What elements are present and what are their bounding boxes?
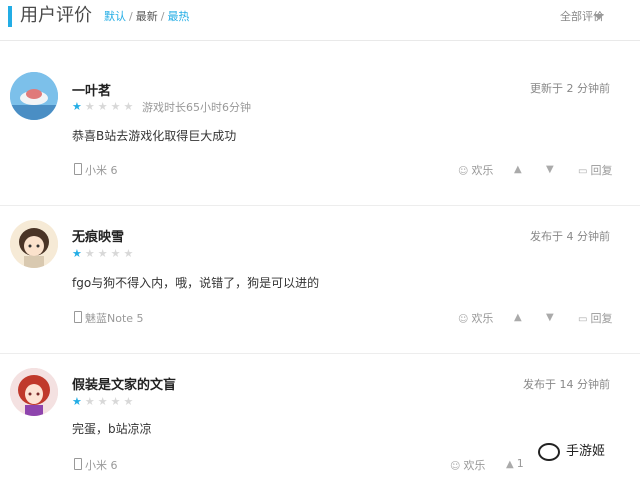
phone-icon [74,163,82,175]
avatar[interactable] [10,72,58,120]
username[interactable]: 一叶茗 [72,80,111,99]
thumb-down-icon: ▼ [546,164,554,175]
phone-icon [74,311,82,323]
review-time: 发布于 4 分钟前 [530,230,610,243]
reply-button[interactable]: ▭ 回复 [578,310,612,326]
like-button[interactable]: ▲ 1 [506,457,524,470]
sort-default[interactable]: 默认 [104,10,126,23]
star-rating: ★★★★★ [72,395,137,408]
like-button[interactable]: ▲ [514,162,525,175]
review-card: 一叶茗 ★★★★★ 游戏时长65小时6分钟 更新于 2 分钟前 恭喜B站去游戏化… [0,58,640,204]
fun-button[interactable]: ☺ 欢乐 [450,457,485,473]
page-title: 用户评价 [20,5,92,26]
device: 魅蓝Note 5 [74,310,144,326]
smile-icon: ☺ [450,461,461,472]
smile-icon: ☺ [458,166,469,177]
device: 小米 6 [74,457,118,473]
fun-button[interactable]: ☺ 欢乐 [458,310,493,326]
star-rating: ★★★★★ [72,247,137,260]
avatar[interactable] [10,368,58,416]
like-button[interactable]: ▲ [514,310,525,323]
smile-icon: ☺ [458,314,469,325]
thumb-up-icon: ▲ [514,164,522,175]
sort-latest[interactable]: 最新 [136,10,158,23]
title-accent-bar [8,6,12,27]
star-rating: ★★★★★ [72,100,137,113]
review-content: fgo与狗不得入内，哦，说错了，狗是可以进的 [72,276,320,290]
sort-hottest[interactable]: 最热 [167,10,189,23]
playtime: 游戏时长65小时6分钟 [142,101,251,114]
wechat-icon [538,442,560,461]
dislike-button[interactable]: ▼ [546,310,557,323]
username[interactable]: 无痕映雪 [72,226,124,245]
thumb-down-icon: ▼ [546,312,554,323]
review-content: 完蛋，b站凉凉 [72,422,152,436]
review-content: 恭喜B站去游戏化取得巨大成功 [72,129,237,143]
username[interactable]: 假装是文家的文盲 [72,374,176,393]
sort-options: 默认 / 最新 / 最热 [104,10,190,23]
chevron-down-icon[interactable] [594,14,604,20]
dislike-button[interactable]: ▼ [546,162,557,175]
avatar[interactable] [10,220,58,268]
fun-button[interactable]: ☺ 欢乐 [458,162,493,178]
device: 小米 6 [74,162,118,178]
phone-icon [74,458,82,470]
review-time: 更新于 2 分钟前 [530,82,610,95]
comment-icon: ▭ [578,314,588,325]
watermark: 手游姬 [538,440,605,461]
reviews-header: 用户评价 默认 / 最新 / 最热 全部评价 [0,0,640,41]
review-time: 发布于 14 分钟前 [523,378,610,391]
review-card: 无痕映雪 ★★★★★ 发布于 4 分钟前 fgo与狗不得入内，哦，说错了，狗是可… [0,206,640,352]
comment-icon: ▭ [578,166,588,177]
thumb-up-icon: ▲ [514,312,522,323]
thumb-up-icon: ▲ [506,459,514,470]
reply-button[interactable]: ▭ 回复 [578,162,612,178]
